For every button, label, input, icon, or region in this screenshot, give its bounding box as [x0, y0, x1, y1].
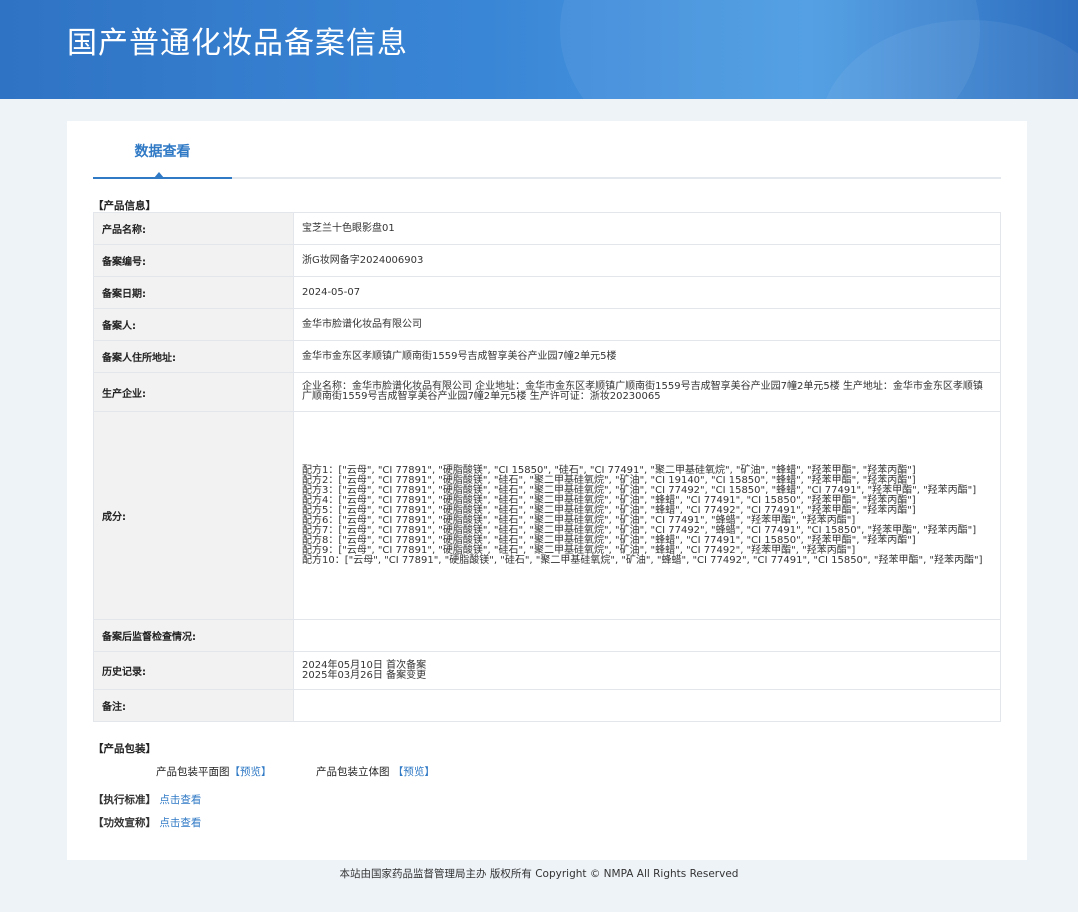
section-title-standard: 【执行标准】 — [93, 794, 156, 806]
standard-line: 【执行标准】 点击查看 — [93, 792, 201, 807]
packaging-flat-preview-link[interactable]: 【预览】 — [230, 766, 272, 778]
formula-line: 配方10：["云母", "CI 77891", "硬脂酸镁", "硅石", "聚… — [302, 554, 983, 566]
packaging-flat-label: 产品包装平面图 — [156, 766, 230, 778]
product-name-value: 宝芝兰十色眼影盘01 — [293, 212, 1001, 245]
section-title-product-info: 【产品信息】 — [93, 200, 156, 212]
footer-copyright: 本站由国家药品监督管理局主办 版权所有 Copyright © NMPA All… — [339, 868, 739, 880]
table-row: 备案人住所地址: 金华市金东区孝顺镇广顺南街1559号吉成智享美谷产业园7幢2单… — [93, 340, 1001, 373]
row-label: 备案人: — [93, 308, 294, 341]
table-row: 成分: 配方1：["云母", "CI 77891", "硬脂酸镁", "CI 1… — [93, 411, 1001, 620]
filer-address-value: 金华市金东区孝顺镇广顺南街1559号吉成智享美谷产业园7幢2单元5楼 — [293, 340, 1001, 373]
formula-line: 配方5：["云母", "CI 77891", "硬脂酸镁", "硅石", "聚二… — [302, 504, 916, 516]
row-label: 生产企业: — [93, 372, 294, 412]
row-label: 产品名称: — [93, 212, 294, 245]
manufacturer-value: 企业名称：金华市脸谱化妆品有限公司 企业地址：金华市金东区孝顺镇广顺南街1559… — [293, 372, 1001, 412]
row-label: 备案日期: — [93, 276, 294, 309]
history-entry: 2025年03月26日 备案变更 — [302, 669, 427, 681]
tab-data-view[interactable]: 数据查看 — [93, 137, 232, 179]
table-row: 备案后监督检查情况: — [93, 619, 1001, 652]
table-row: 备案编号: 浙G妆网备字2024006903 — [93, 244, 1001, 277]
table-row: 备案日期: 2024-05-07 — [93, 276, 1001, 309]
table-row: 产品名称: 宝芝兰十色眼影盘01 — [93, 212, 1001, 245]
row-label: 备案后监督检查情况: — [93, 619, 294, 652]
history-value: 2024年05月10日 首次备案 2025年03月26日 备案变更 — [293, 651, 1001, 690]
header-banner: 国产普通化妆品备案信息 — [0, 0, 1078, 99]
row-label: 备案人住所地址: — [93, 340, 294, 373]
formula-line: 配方2：["云母", "CI 77891", "硬脂酸镁", "硅石", "聚二… — [302, 474, 916, 486]
tab-active-caret-icon — [154, 172, 164, 178]
formula-line: 配方3：["云母", "CI 77891", "硬脂酸镁", "硅石", "聚二… — [302, 484, 977, 496]
formula-line: 配方1：["云母", "CI 77891", "硬脂酸镁", "CI 15850… — [302, 464, 916, 476]
page-title: 国产普通化妆品备案信息 — [67, 26, 408, 61]
standard-view-link[interactable]: 点击查看 — [159, 794, 201, 806]
efficacy-line: 【功效宣称】 点击查看 — [93, 815, 201, 830]
formula-line: 配方9：["云母", "CI 77891", "硬脂酸镁", "硅石", "聚二… — [302, 544, 856, 556]
ingredients-value: 配方1：["云母", "CI 77891", "硬脂酸镁", "CI 15850… — [293, 411, 1001, 620]
tab-bar: 数据查看 — [93, 137, 1001, 179]
row-label: 备案编号: — [93, 244, 294, 277]
row-label: 备注: — [93, 689, 294, 722]
table-row: 生产企业: 企业名称：金华市脸谱化妆品有限公司 企业地址：金华市金东区孝顺镇广顺… — [93, 372, 1001, 412]
history-entry: 2024年05月10日 首次备案 — [302, 659, 427, 671]
formula-line: 配方4：["云母", "CI 77891", "硬脂酸镁", "硅石", "聚二… — [302, 494, 916, 506]
tab-label: 数据查看 — [134, 144, 191, 160]
section-title-packaging: 【产品包装】 — [93, 743, 156, 755]
packaging-flat: 产品包装平面图【预览】 — [156, 764, 272, 779]
packaging-solid-label: 产品包装立体图 — [316, 766, 390, 778]
packaging-solid: 产品包装立体图 【预览】 — [316, 764, 435, 779]
packaging-solid-preview-link[interactable]: 【预览】 — [393, 766, 435, 778]
formula-line: 配方6：["云母", "CI 77891", "硬脂酸镁", "硅石", "聚二… — [302, 514, 856, 526]
section-title-efficacy: 【功效宣称】 — [93, 817, 156, 829]
row-label: 历史记录: — [93, 651, 294, 690]
supervision-value — [293, 619, 1001, 652]
table-row: 备注: — [93, 689, 1001, 722]
filing-number-value: 浙G妆网备字2024006903 — [293, 244, 1001, 277]
row-label: 成分: — [93, 411, 294, 620]
filer-value: 金华市脸谱化妆品有限公司 — [293, 308, 1001, 341]
content-panel: 数据查看 【产品信息】 产品名称: 宝芝兰十色眼影盘01 备案编号: 浙G妆网备… — [67, 121, 1027, 860]
formula-line: 配方7：["云母", "CI 77891", "硬脂酸镁", "硅石", "聚二… — [302, 524, 977, 536]
product-info-table: 产品名称: 宝芝兰十色眼影盘01 备案编号: 浙G妆网备字2024006903 … — [93, 212, 1001, 722]
filing-date-value: 2024-05-07 — [293, 276, 1001, 309]
formula-line: 配方8：["云母", "CI 77891", "硬脂酸镁", "硅石", "聚二… — [302, 534, 916, 546]
efficacy-view-link[interactable]: 点击查看 — [159, 817, 201, 829]
remarks-value — [293, 689, 1001, 722]
table-row: 备案人: 金华市脸谱化妆品有限公司 — [93, 308, 1001, 341]
table-row: 历史记录: 2024年05月10日 首次备案 2025年03月26日 备案变更 — [93, 651, 1001, 690]
